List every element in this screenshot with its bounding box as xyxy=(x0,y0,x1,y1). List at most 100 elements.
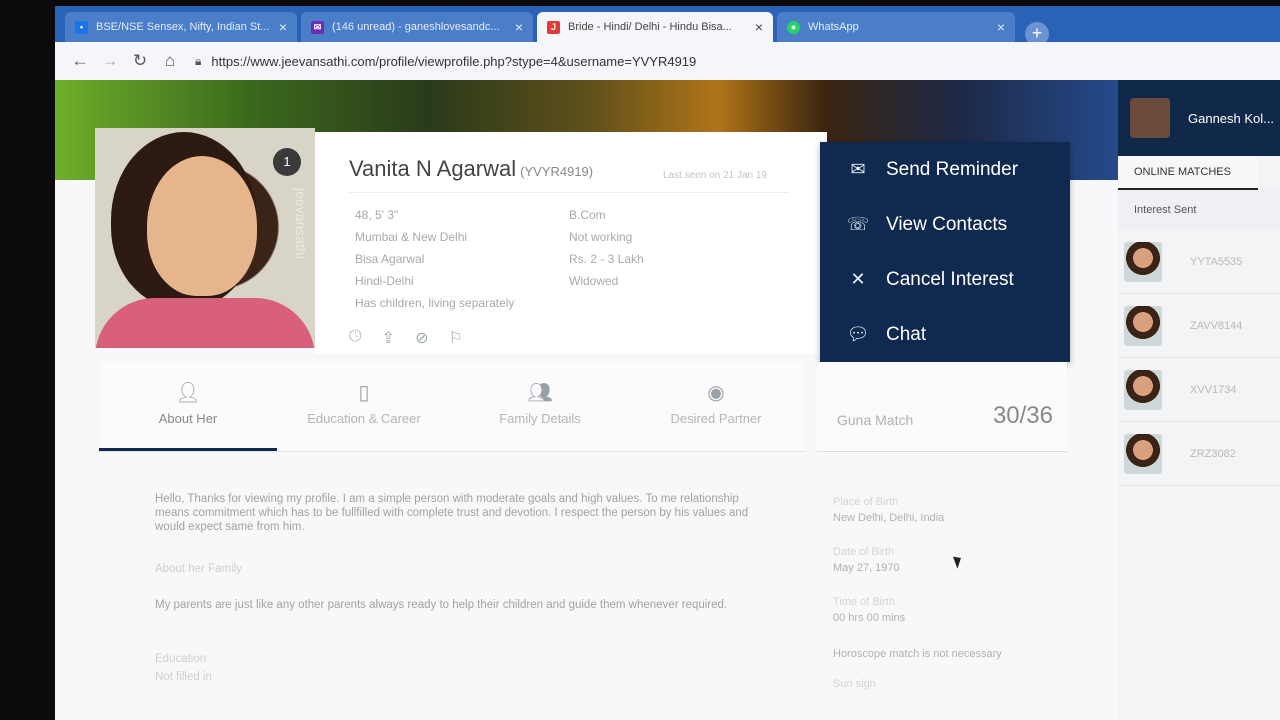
detail-occupation: Not working xyxy=(569,230,633,244)
active-tab-indicator xyxy=(99,448,277,451)
back-button[interactable]: ← xyxy=(65,46,95,76)
family-icon: 👥︎ xyxy=(527,382,553,404)
match-username: ZAVV8144 xyxy=(1190,319,1243,332)
avatar xyxy=(1124,305,1162,346)
cancel-interest-button[interactable]: ✕ Cancel Interest xyxy=(820,252,1070,307)
avatar xyxy=(1124,369,1162,410)
whatsapp-icon: ● xyxy=(787,20,800,34)
lock-icon: 🔒︎ xyxy=(195,53,202,68)
family-heading: About her Family xyxy=(155,563,242,575)
tab-online-matches[interactable]: ONLINE MATCHES xyxy=(1118,156,1258,190)
market-icon: ▪ xyxy=(75,20,88,34)
detail-location: Mumbai & New Delhi xyxy=(355,230,468,244)
detail-marital-status: Widowed xyxy=(569,274,619,288)
url-text: https://www.jeevansathi.com/profile/view… xyxy=(211,53,697,69)
detail-age-height: 48, 5' 3" xyxy=(355,208,399,222)
tab-about-her-label: About Her xyxy=(158,411,218,426)
horoscope-note: Horoscope match is not necessary xyxy=(833,648,1002,660)
document-icon: ▯ xyxy=(358,382,370,404)
flag-icon[interactable]: ⚐ xyxy=(448,328,462,348)
avatar xyxy=(1130,98,1170,138)
close-icon[interactable]: × xyxy=(515,19,523,35)
profile-details-left: 48, 5' 3" Mumbai & New Delhi Bisa Agarwa… xyxy=(355,204,514,314)
forward-button[interactable]: → xyxy=(95,46,125,76)
close-icon[interactable]: × xyxy=(997,19,1005,35)
profile-photo[interactable]: 1 jeevansathi xyxy=(95,128,315,348)
guna-match-score: 30/36 xyxy=(992,402,1053,429)
photo-face xyxy=(147,156,257,296)
birth-date-label: Date of Birth xyxy=(833,546,895,558)
tab-family-details[interactable]: 👥︎ Family Details xyxy=(455,380,625,426)
view-contacts-button[interactable]: ☏ View Contacts xyxy=(820,197,1070,252)
send-reminder-label: Send Reminder xyxy=(886,158,1019,180)
profile-details-right: B.Com Not working Rs. 2 - 3 Lakh Widowed xyxy=(569,204,644,292)
about-section: Hello, Thanks for viewing my profile. I … xyxy=(155,488,775,684)
list-item[interactable]: YYTA5535 xyxy=(1118,230,1280,294)
send-reminder-button[interactable]: ✉ Send Reminder xyxy=(820,142,1070,197)
birth-time-value: 00 hrs 00 mins xyxy=(833,612,906,624)
education-text: Not filled in xyxy=(155,671,212,683)
profile-name: Vanita N Agarwal (YVYR4919) xyxy=(349,156,593,182)
about-intro: Hello, Thanks for viewing my profile. I … xyxy=(155,493,749,533)
right-sidebar: Gannesh Kol... ONLINE MATCHES Interest S… xyxy=(1118,80,1280,720)
tab-about-her[interactable]: 👤︎ About Her xyxy=(103,380,273,426)
block-user-icon[interactable]: ⊘ xyxy=(415,328,428,348)
sun-sign-label: Sun sign xyxy=(833,678,876,690)
address-bar[interactable]: 🔒︎ https://www.jeevansathi.com/profile/v… xyxy=(195,47,1245,75)
family-text: My parents are just like any other paren… xyxy=(155,599,728,611)
person-icon: 👤︎ xyxy=(175,382,201,404)
detail-children: Has children, living separately xyxy=(355,296,515,310)
profile-info-card: Vanita N Agarwal (YVYR4919) Last seen on … xyxy=(315,132,827,354)
sidebar-user[interactable]: Gannesh Kol... xyxy=(1118,80,1280,156)
browser-tab-jeevansathi[interactable]: J Bride - Hindi/ Delhi - Hindu Bisa... × xyxy=(537,12,773,42)
match-username: XVV1734 xyxy=(1190,383,1237,396)
close-icon[interactable]: × xyxy=(279,19,287,35)
list-item[interactable]: ZAVV8144 xyxy=(1118,294,1280,358)
history-icon[interactable]: 🕓︎ xyxy=(349,328,362,348)
detail-caste: Bisa Agarwal xyxy=(355,252,425,266)
cancel-interest-label: Cancel Interest xyxy=(886,268,1014,290)
view-contacts-label: View Contacts xyxy=(886,213,1008,235)
profile-action-icons: 🕓︎ ⇪ ⊘ ⚐ xyxy=(349,328,463,348)
reload-button[interactable]: ↻ xyxy=(125,46,155,76)
close-icon[interactable]: × xyxy=(755,19,763,35)
phone-icon: ☏ xyxy=(846,214,870,234)
match-username: YYTA5535 xyxy=(1190,255,1243,268)
sidebar-user-name: Gannesh Kol... xyxy=(1188,110,1274,126)
birth-place-label: Place of Birth xyxy=(833,496,899,508)
detail-education: B.Com xyxy=(569,208,606,222)
avatar xyxy=(1124,433,1162,474)
envelope-icon: ✉ xyxy=(850,159,866,179)
browser-tab-mail[interactable]: ✉ (146 unread) - ganeshlovesandc... × xyxy=(301,12,533,42)
mail-icon: ✉ xyxy=(311,20,324,34)
profile-tabs: 👤︎ About Her ▯ Education & Career 👥︎ Fam… xyxy=(99,362,805,452)
list-item[interactable]: ZRZ3082 xyxy=(1118,422,1280,486)
education-heading: Education xyxy=(155,653,207,665)
contact-actions-panel: ✉ Send Reminder ☏ View Contacts ✕ Cancel… xyxy=(820,142,1070,362)
birth-date-value: May 27, 1970 xyxy=(833,562,900,574)
screen: ▪ BSE/NSE Sensex, Nifty, Indian St... × … xyxy=(55,6,1280,720)
browser-tab-sensex[interactable]: ▪ BSE/NSE Sensex, Nifty, Indian St... × xyxy=(65,12,297,42)
guna-match-label: Guna Match xyxy=(837,412,914,428)
tab-desired-partner[interactable]: ◉ Desired Partner xyxy=(631,380,801,426)
browser-tab-whatsapp[interactable]: ● WhatsApp × xyxy=(777,12,1015,42)
tab-family-details-label: Family Details xyxy=(499,411,581,426)
home-button[interactable]: ⌂ xyxy=(155,46,185,76)
tab-education-career[interactable]: ▯ Education & Career xyxy=(279,380,449,426)
chat-label: Chat xyxy=(886,323,927,345)
divider xyxy=(349,192,789,193)
list-item[interactable]: XVV1734 xyxy=(1118,358,1280,422)
detail-income: Rs. 2 - 3 Lakh xyxy=(569,252,644,266)
chat-button[interactable]: 💬︎ Chat xyxy=(820,307,1070,362)
detail-mother-tongue: Hindi-Delhi xyxy=(355,274,414,288)
chat-icon: 💬︎ xyxy=(846,324,870,344)
guna-match-card: Guna Match 30/36 xyxy=(817,362,1067,452)
last-seen: Last seen on 21 Jan 19 xyxy=(663,170,767,181)
browser-toolbar: ← → ↻ ⌂ 🔒︎ https://www.jeevansathi.com/p… xyxy=(55,42,1280,80)
browser-tab-strip: ▪ BSE/NSE Sensex, Nifty, Indian St... × … xyxy=(55,6,1280,46)
page: 1 jeevansathi Vanita N Agarwal (YVYR4919)… xyxy=(55,80,1280,720)
photo-shirt xyxy=(95,298,315,348)
birth-time-label: Time of Birth xyxy=(833,596,895,608)
share-icon[interactable]: ⇪ xyxy=(382,328,395,348)
birth-details: Place of Birth New Delhi, Delhi, India D… xyxy=(833,484,1063,690)
